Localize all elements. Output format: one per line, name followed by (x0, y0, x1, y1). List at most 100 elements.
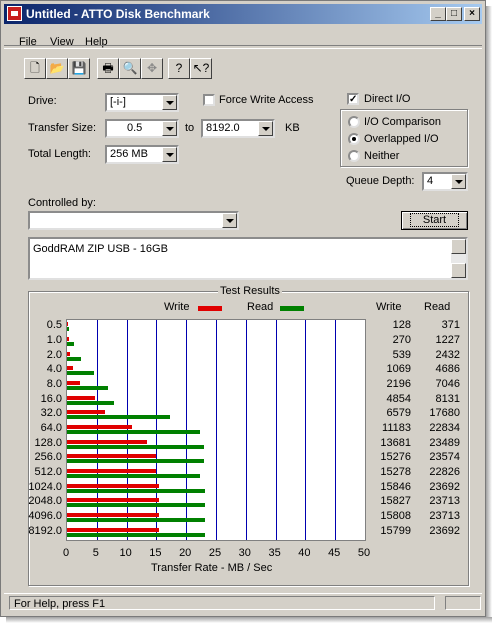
description-text: GoddRAM ZIP USB - 16GB (33, 243, 168, 255)
new-icon[interactable]: 🗋 (24, 58, 46, 79)
write-value-label: 15827 (380, 495, 411, 508)
write-value-label: 15808 (380, 510, 411, 522)
total-length-select[interactable]: 256 MB (105, 145, 179, 164)
x-tick-label: 10 (119, 547, 132, 559)
toolbar-separator (4, 45, 482, 49)
print-preview-icon[interactable]: 🔍 (119, 58, 141, 79)
transfer-to-select[interactable]: 8192.0 (201, 119, 275, 138)
context-help-icon[interactable]: ↖? (190, 58, 212, 79)
write-value-label: 2196 (386, 378, 411, 390)
chevron-down-icon[interactable] (258, 121, 273, 136)
transfer-rate-chart (66, 319, 366, 541)
read-bar (67, 532, 205, 537)
close-button[interactable]: × (464, 7, 480, 21)
start-button[interactable]: Start (401, 211, 468, 230)
read-value-label: 2432 (435, 348, 460, 361)
read-bar (67, 518, 206, 522)
write-bar (67, 366, 74, 371)
help-icon[interactable]: ? (168, 58, 190, 79)
io-comparison-radio[interactable] (348, 116, 360, 128)
y-tick-label: 1.0 (46, 334, 62, 346)
title-bar[interactable]: Untitled - ATTO Disk Benchmark _ □ × (4, 4, 482, 24)
queue-depth-value: 4 (427, 175, 434, 187)
y-tick-label: 64.0 (40, 422, 62, 434)
description-scrollbar[interactable] (451, 239, 466, 278)
read-bar (67, 371, 95, 376)
force-write-checkbox[interactable] (203, 94, 215, 106)
gridline (246, 320, 247, 540)
open-icon[interactable]: 📂 (46, 58, 68, 79)
force-write-label: Force Write Access (219, 94, 314, 106)
scroll-down-button[interactable] (451, 263, 466, 278)
read-bar (67, 386, 108, 390)
y-tick-label: 128.0 (34, 436, 62, 449)
read-value-label: 8131 (435, 392, 460, 405)
y-tick-label: 512.0 (34, 466, 62, 478)
overlapped-io-label: Overlapped I/O (364, 133, 439, 145)
drive-value: [-i-] (110, 96, 126, 108)
drive-select[interactable]: [-i-] (105, 93, 179, 112)
direct-io-checkbox[interactable]: ✓ (347, 93, 359, 105)
menu-bar: File View Help (4, 25, 482, 48)
read-value-label: 17680 (429, 407, 460, 420)
read-value-label: 23713 (429, 510, 460, 522)
maximize-button[interactable]: □ (446, 7, 462, 21)
app-icon[interactable] (7, 6, 22, 21)
y-tick-label: 2048.0 (28, 495, 62, 508)
move-icon[interactable]: ✥ (141, 58, 163, 79)
transfer-from-value: 0.5 (127, 122, 143, 134)
write-value-label: 1069 (386, 363, 411, 376)
read-bar (67, 400, 115, 405)
read-value-label: 1227 (435, 334, 460, 346)
save-icon[interactable]: 💾 (68, 58, 90, 79)
read-bar (67, 430, 200, 434)
write-bar (67, 395, 96, 400)
direct-io-label: Direct I/O (364, 93, 411, 105)
x-tick-label: 20 (179, 547, 192, 559)
chevron-down-icon[interactable] (451, 174, 466, 189)
y-tick-label: 8192.0 (28, 524, 62, 537)
write-value-label: 15276 (380, 451, 411, 464)
x-tick-label: 25 (208, 547, 222, 559)
controlled-by-label: Controlled by: (28, 197, 96, 209)
write-bar (67, 527, 159, 532)
read-bar (67, 503, 206, 508)
x-tick-label: 0 (62, 547, 70, 559)
print-icon[interactable]: 🖶 (97, 58, 119, 79)
scroll-up-button[interactable] (451, 239, 466, 254)
x-tick-label: 40 (298, 547, 311, 559)
read-value-label: 22834 (429, 422, 460, 434)
write-bar (67, 337, 69, 341)
controlled-by-select[interactable] (28, 211, 239, 230)
legend-write-label: Write (164, 301, 190, 313)
queue-depth-select[interactable]: 4 (422, 172, 468, 191)
total-length-label: Total Length: (28, 148, 91, 160)
read-bar (67, 356, 82, 361)
legend-write-swatch (198, 306, 222, 311)
read-value-label: 7046 (435, 378, 460, 390)
read-column-header: Read (424, 301, 451, 313)
x-tick-label: 5 (92, 547, 99, 559)
chevron-down-icon[interactable] (162, 147, 177, 162)
write-bar (67, 469, 156, 473)
queue-depth-label: Queue Depth: (346, 175, 415, 187)
x-tick-label: 30 (238, 547, 251, 559)
overlapped-io-radio[interactable] (348, 133, 360, 145)
read-value-label: 23713 (429, 495, 460, 508)
chevron-down-icon[interactable] (162, 95, 177, 110)
io-comparison-label: I/O Comparison (364, 116, 442, 128)
y-tick-label: 1024.0 (28, 480, 62, 493)
legend-read-label: Read (247, 301, 274, 313)
write-value-label: 539 (392, 348, 411, 361)
write-column-header: Write (376, 301, 402, 313)
read-value-label: 22826 (429, 466, 460, 478)
minimize-button[interactable]: _ (430, 7, 446, 21)
drive-label: Drive: (28, 95, 57, 107)
neither-radio[interactable] (348, 150, 360, 162)
chevron-down-icon[interactable] (162, 121, 177, 136)
read-value-label: 371 (441, 319, 460, 332)
chevron-down-icon[interactable] (222, 213, 237, 228)
write-value-label: 11183 (382, 422, 411, 434)
transfer-from-select[interactable]: 0.5 (105, 119, 179, 138)
description-textarea[interactable]: GoddRAM ZIP USB - 16GB (28, 237, 468, 280)
